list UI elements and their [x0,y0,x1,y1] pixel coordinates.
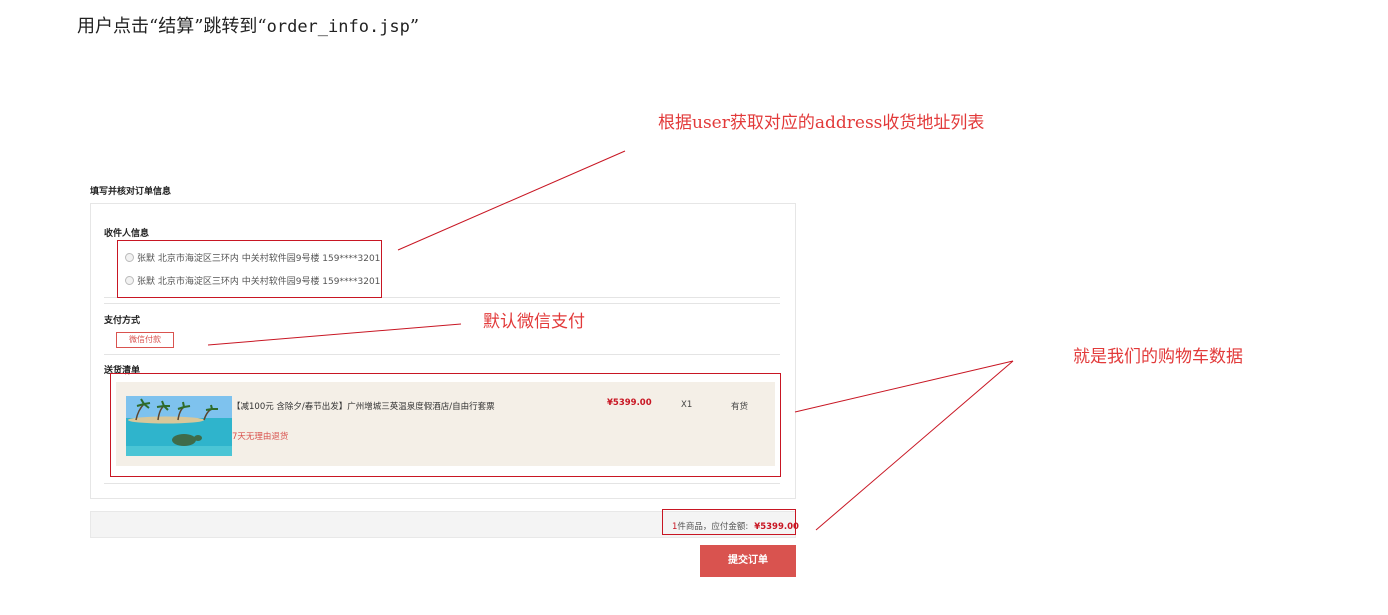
cart-annotation: 就是我们的购物车数据 [1073,347,1243,367]
payment-callout-line [207,323,462,346]
total-callout-line [815,360,1014,531]
address-callout-line [397,150,626,251]
address-annotation: 根据user获取对应的address收货地址列表 [658,113,985,133]
annotation-lines [207,150,1014,531]
cart-callout-line [794,360,1014,413]
payment-annotation: 默认微信支付 [483,312,585,332]
